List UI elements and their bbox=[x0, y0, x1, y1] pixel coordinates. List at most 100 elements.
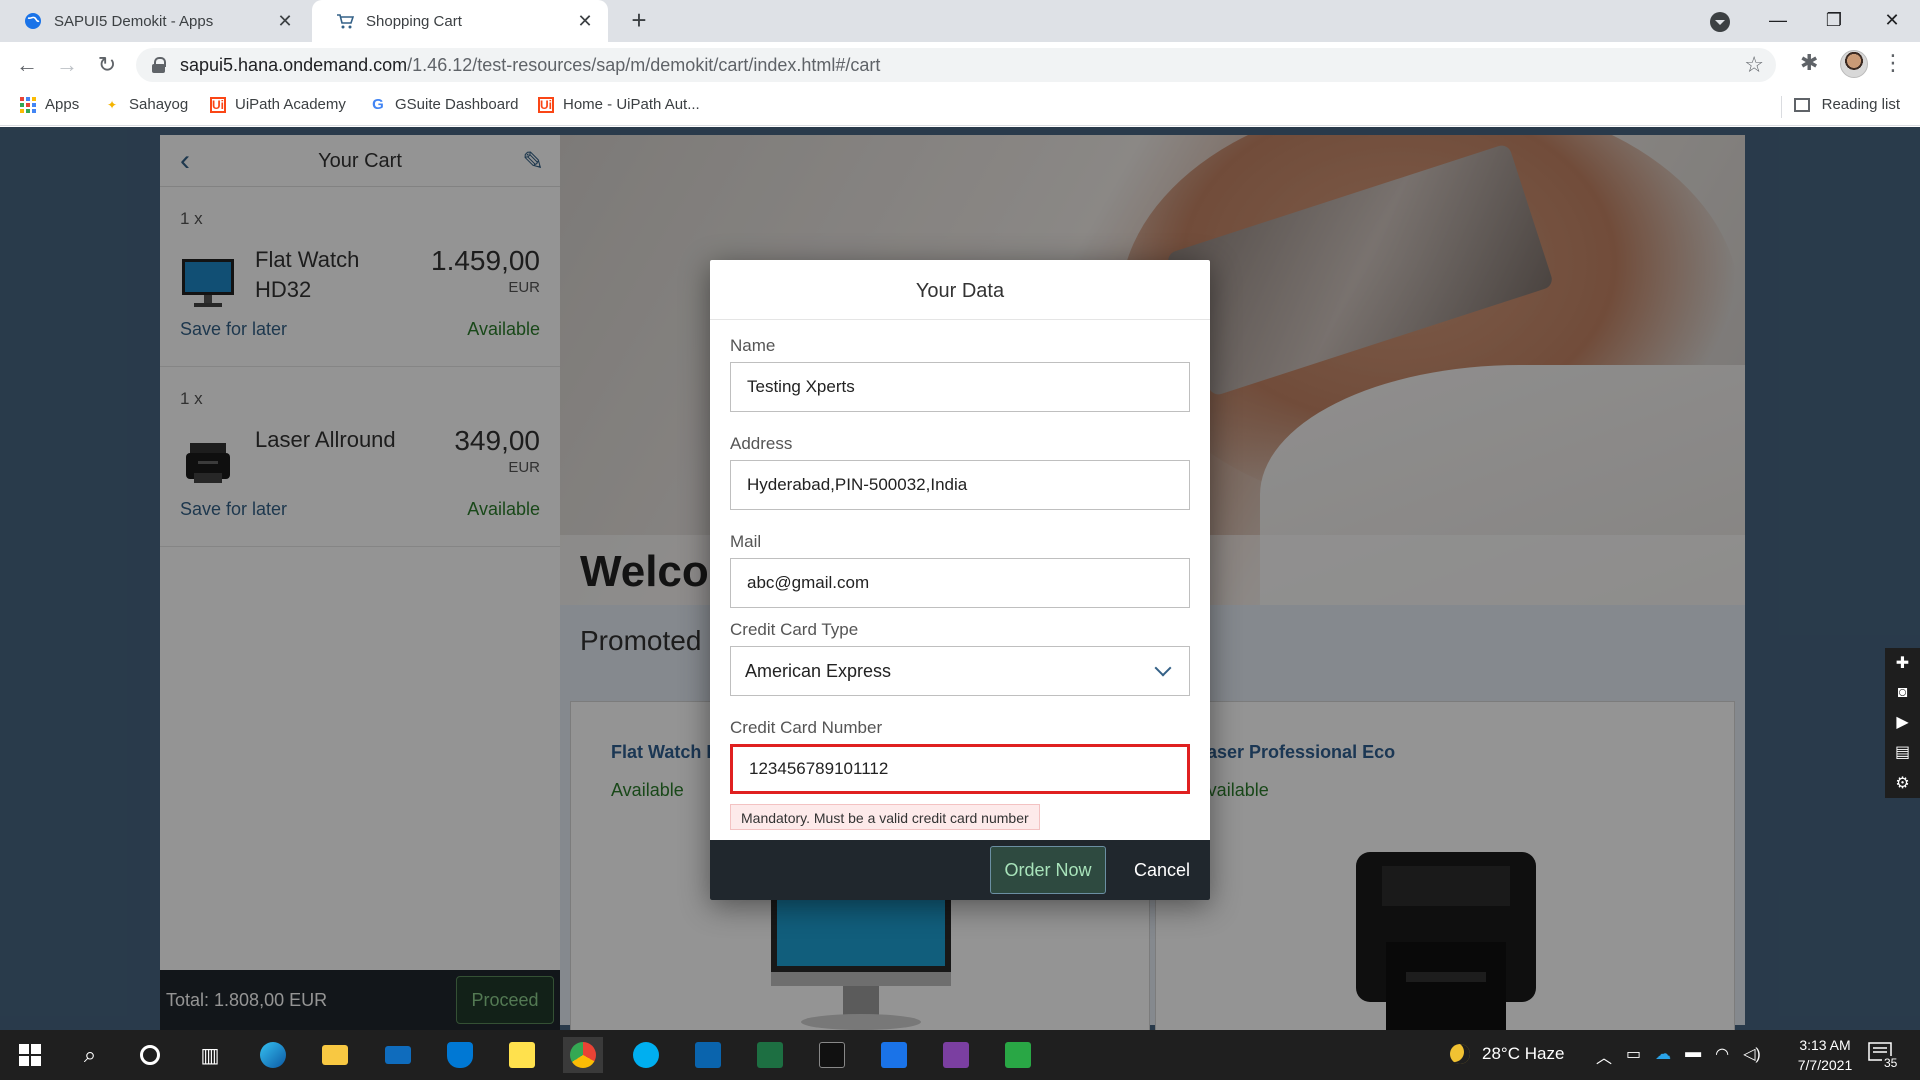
notifications-icon[interactable]: 35 bbox=[1868, 1040, 1900, 1070]
battery-icon[interactable]: ▬ bbox=[1685, 1044, 1701, 1068]
bookmarks-bar: Apps ✦ Sahayog Ui UiPath Academy G GSuit… bbox=[0, 88, 1920, 126]
volume-icon[interactable]: ◁) bbox=[1743, 1044, 1761, 1068]
cc-type-value: American Express bbox=[745, 660, 892, 681]
restore-icon[interactable]: ❐ bbox=[1806, 0, 1862, 42]
item-name: Laser Allround bbox=[255, 427, 396, 452]
promo-card[interactable]: Laser Professional Eco Available bbox=[1155, 701, 1735, 1030]
mail-icon[interactable] bbox=[378, 1037, 418, 1073]
file-explorer-icon[interactable] bbox=[315, 1037, 355, 1073]
weather-widget[interactable]: 28°C Haze bbox=[1450, 1044, 1564, 1064]
address-label: Address bbox=[730, 434, 793, 453]
new-tab-button[interactable]: + bbox=[624, 6, 654, 36]
wifi-icon[interactable]: ◠ bbox=[1715, 1044, 1729, 1068]
chevron-down-icon[interactable] bbox=[1154, 659, 1172, 677]
edge-icon[interactable] bbox=[253, 1037, 293, 1073]
uipath-robot-icon[interactable] bbox=[998, 1037, 1038, 1073]
tab-title: Shopping Cart bbox=[366, 12, 462, 30]
weather-text: 28°C Haze bbox=[1482, 1044, 1565, 1063]
clock-date: 7/7/2021 bbox=[1797, 1057, 1853, 1073]
name-field[interactable] bbox=[730, 362, 1190, 412]
address-field[interactable] bbox=[730, 460, 1190, 510]
cancel-button[interactable]: Cancel bbox=[1124, 846, 1200, 894]
cortana-icon[interactable] bbox=[130, 1037, 170, 1073]
gallery-icon[interactable]: ▤ bbox=[1895, 742, 1910, 762]
onedrive-icon[interactable]: ☁ bbox=[1655, 1044, 1671, 1068]
address-bar[interactable]: sapui5.hana.ondemand.com/1.46.12/test-re… bbox=[136, 48, 1776, 82]
cart-item[interactable]: 1 x Flat Watch HD32 1.459,00 EUR Save fo… bbox=[160, 187, 560, 367]
bookmark-uipath-home[interactable]: Ui Home - UiPath Aut... bbox=[538, 96, 700, 113]
cc-type-label: Credit Card Type bbox=[730, 620, 859, 639]
clock[interactable]: 3:13 AM 7/7/2021 bbox=[1770, 1035, 1880, 1075]
item-quantity: 1 x bbox=[180, 389, 203, 408]
item-currency: EUR bbox=[508, 459, 540, 476]
menu-icon[interactable]: ⋮ bbox=[1882, 50, 1904, 76]
profile-avatar[interactable] bbox=[1840, 50, 1868, 78]
minimize-icon[interactable]: — bbox=[1750, 0, 1806, 42]
outlook-icon[interactable] bbox=[688, 1037, 728, 1073]
dialog-form: Name Address Mail Credit Card Type Ameri… bbox=[730, 320, 1190, 840]
forward-icon[interactable]: → bbox=[52, 50, 82, 80]
tab-sapui5-demokit[interactable]: SAPUI5 Demokit - Apps ✕ bbox=[0, 0, 308, 42]
security-shield-icon[interactable] bbox=[440, 1037, 480, 1073]
camera-icon[interactable]: ◙ bbox=[1898, 684, 1908, 702]
tray-chevron-icon[interactable]: ︿ bbox=[1596, 1044, 1612, 1068]
dialog-title: Your Data bbox=[710, 260, 1210, 320]
close-window-icon[interactable]: ✕ bbox=[1864, 0, 1920, 42]
excel-icon[interactable] bbox=[750, 1037, 790, 1073]
close-tab-icon[interactable]: ✕ bbox=[576, 11, 594, 32]
reading-list-button[interactable]: Reading list bbox=[1793, 96, 1900, 113]
uipath-assistant-icon[interactable] bbox=[936, 1037, 976, 1073]
url-host: sapui5.hana.ondemand.com bbox=[180, 54, 408, 75]
bookmark-sahayog[interactable]: ✦ Sahayog bbox=[104, 96, 188, 113]
back-icon[interactable]: ← bbox=[12, 50, 42, 80]
settings-gear-icon[interactable]: ⚙ bbox=[1895, 773, 1909, 793]
item-quantity: 1 x bbox=[180, 209, 203, 228]
windows-taskbar: ⌕ ▥ 28°C Haze ︿ ▭ ☁ ▬ ◠ ◁) 3:13 AM 7/7/2… bbox=[0, 1030, 1920, 1080]
cc-number-label: Credit Card Number bbox=[730, 718, 883, 737]
reload-icon[interactable]: ↻ bbox=[92, 50, 122, 80]
bookmark-label: GSuite Dashboard bbox=[395, 96, 519, 113]
url-path: /1.46.12/test-resources/sap/m/demokit/ca… bbox=[407, 54, 881, 75]
order-now-button[interactable]: Order Now bbox=[990, 846, 1106, 894]
item-status: Available bbox=[467, 499, 540, 519]
bookmark-uipath-academy[interactable]: Ui UiPath Academy bbox=[210, 96, 346, 113]
video-icon[interactable]: ▶ bbox=[1896, 712, 1908, 732]
windows-start-icon[interactable] bbox=[10, 1037, 50, 1073]
proceed-button[interactable]: Proceed bbox=[456, 976, 554, 1024]
meet-now-icon[interactable]: ▭ bbox=[1626, 1044, 1641, 1068]
chrome-icon[interactable] bbox=[563, 1037, 603, 1073]
close-tab-icon[interactable]: ✕ bbox=[276, 11, 294, 32]
globe-icon bbox=[25, 13, 41, 29]
skype-icon[interactable] bbox=[626, 1037, 666, 1073]
cc-type-select[interactable]: American Express bbox=[730, 646, 1190, 696]
bookmark-gsuite-dashboard[interactable]: G GSuite Dashboard bbox=[370, 96, 518, 113]
item-currency: EUR bbox=[508, 279, 540, 296]
mail-label: Mail bbox=[730, 532, 762, 551]
lock-icon[interactable] bbox=[152, 57, 166, 73]
sticky-notes-icon[interactable] bbox=[502, 1037, 542, 1073]
save-for-later-link[interactable]: Save for later bbox=[180, 499, 287, 520]
promo-status: Available bbox=[611, 780, 684, 800]
cart-item[interactable]: 1 x Laser Allround 349,00 EUR Save for l… bbox=[160, 367, 560, 547]
mail-field[interactable] bbox=[730, 558, 1190, 608]
tab-shopping-cart[interactable]: Shopping Cart ✕ bbox=[312, 0, 608, 42]
save-for-later-link[interactable]: Save for later bbox=[180, 319, 287, 340]
item-price: 1.459,00 bbox=[431, 245, 540, 276]
pin-icon[interactable]: ✚ bbox=[1896, 653, 1909, 673]
uipath-icon: Ui bbox=[538, 96, 554, 113]
search-icon[interactable]: ⌕ bbox=[70, 1037, 110, 1073]
back-chevron-icon[interactable]: ‹ bbox=[180, 135, 190, 187]
bookmark-apps[interactable]: Apps bbox=[20, 96, 79, 113]
printer-image bbox=[1356, 852, 1536, 1030]
promo-name[interactable]: Laser Professional Eco bbox=[1196, 742, 1395, 763]
tab-search-icon[interactable] bbox=[1710, 12, 1730, 32]
bookmark-label: Sahayog bbox=[129, 96, 189, 113]
edit-pencil-icon[interactable]: ✎ bbox=[522, 135, 544, 187]
cart-panel: ‹ Your Cart ✎ 1 x Flat Watch HD32 1.459,… bbox=[160, 135, 560, 1030]
uipath-studio-icon[interactable] bbox=[874, 1037, 914, 1073]
task-view-icon[interactable]: ▥ bbox=[190, 1037, 230, 1073]
terminal-icon[interactable] bbox=[812, 1037, 852, 1073]
extensions-icon[interactable]: ✱ bbox=[1800, 50, 1818, 76]
bookmark-star-icon[interactable]: ☆ bbox=[1744, 52, 1764, 78]
cc-number-field[interactable] bbox=[730, 744, 1190, 794]
